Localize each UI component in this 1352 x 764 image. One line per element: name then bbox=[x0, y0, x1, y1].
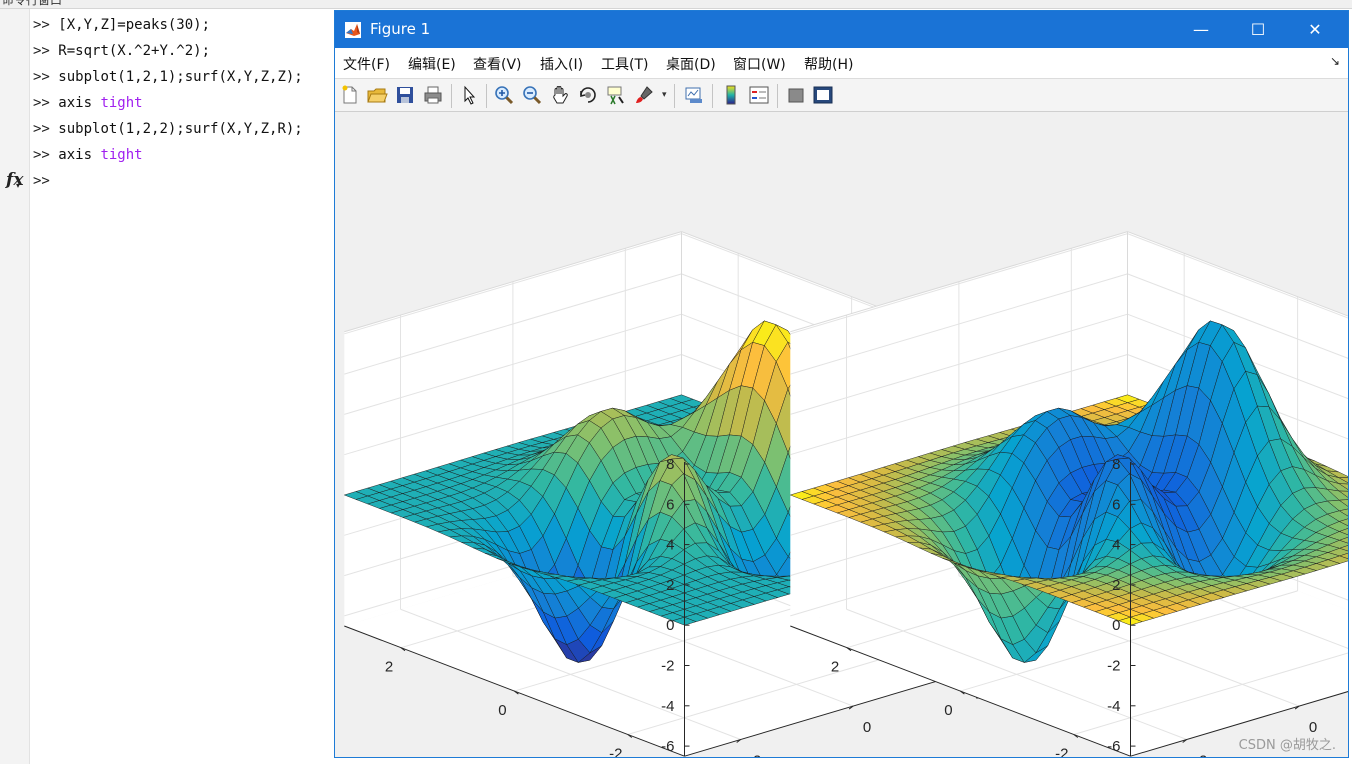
menu-tools[interactable]: 工具(T) bbox=[601, 54, 648, 74]
matlab-logo-icon bbox=[345, 22, 361, 38]
rotate-3d-icon[interactable] bbox=[577, 84, 599, 106]
command-line: >> R=sqrt(X.^2+Y.^2); bbox=[33, 43, 211, 59]
x-tick-label: -2 bbox=[1055, 745, 1068, 757]
menu-desktop[interactable]: 桌面(D) bbox=[666, 54, 716, 74]
z-tick-label: 4 bbox=[666, 537, 674, 554]
command-keyword: tight bbox=[100, 95, 143, 111]
z-tick-label: 6 bbox=[1112, 496, 1120, 513]
toolbar-separator bbox=[451, 84, 452, 108]
command-line: >> [X,Y,Z]=peaks(30); bbox=[33, 17, 211, 33]
legend-icon[interactable] bbox=[748, 84, 770, 106]
z-tick-label: 4 bbox=[1112, 537, 1120, 554]
link-plot-icon[interactable] bbox=[683, 84, 705, 106]
x-tick-label: 2 bbox=[385, 659, 393, 676]
show-plot-tools-icon[interactable] bbox=[812, 84, 834, 106]
z-tick-label: -4 bbox=[1107, 698, 1120, 715]
z-tick-label: 8 bbox=[1112, 456, 1120, 473]
z-tick-label: -4 bbox=[661, 698, 674, 715]
menu-view[interactable]: 查看(V) bbox=[473, 54, 522, 74]
colorbar-icon[interactable] bbox=[720, 84, 742, 106]
command-line: >> subplot(1,2,1);surf(X,Y,Z,Z); bbox=[33, 69, 303, 85]
command-text: subplot(1,2,1);surf(X,Y,Z,Z); bbox=[58, 69, 303, 85]
y-tick-label: 0 bbox=[863, 719, 871, 736]
zoom-out-icon[interactable] bbox=[521, 84, 543, 106]
y-tick-label: -2 bbox=[1194, 752, 1207, 757]
x-tick-label: 2 bbox=[831, 659, 839, 676]
brush-icon[interactable] bbox=[633, 84, 655, 106]
menu-file[interactable]: 文件(F) bbox=[343, 54, 390, 74]
y-tick-label: -2 bbox=[748, 752, 761, 757]
toolbar-separator bbox=[486, 84, 487, 108]
command-text: axis bbox=[58, 95, 93, 111]
brush-dropdown-icon[interactable]: ▾ bbox=[662, 89, 667, 100]
command-text: [X,Y,Z]=peaks(30); bbox=[58, 17, 211, 33]
command-keyword: tight bbox=[100, 147, 143, 163]
figure-title: Figure 1 bbox=[370, 20, 431, 38]
figure-titlebar[interactable]: Figure 1 — ☐ ✕ bbox=[335, 11, 1348, 48]
z-tick-label: 8 bbox=[666, 456, 674, 473]
z-tick-label: 0 bbox=[666, 617, 674, 634]
command-line: >> axis tight bbox=[33, 147, 143, 163]
command-text: subplot(1,2,2);surf(X,Y,Z,R); bbox=[58, 121, 303, 137]
command-window-gutter bbox=[0, 9, 30, 764]
z-tick-label: 2 bbox=[1112, 577, 1120, 594]
menu-insert[interactable]: 插入(I) bbox=[540, 54, 583, 74]
command-text: R=sqrt(X.^2+Y.^2); bbox=[58, 43, 211, 59]
print-icon[interactable] bbox=[422, 84, 444, 106]
figure-canvas[interactable]: 86420-2-4-6-202-20286420-2-4-6-202-202 C… bbox=[335, 112, 1352, 764]
x-tick-label: 0 bbox=[498, 702, 506, 719]
function-browser-icon[interactable]: fx ▾ bbox=[6, 170, 23, 190]
menu-help[interactable]: 帮助(H) bbox=[804, 54, 853, 74]
figure-toolbar: ▾ bbox=[335, 79, 1348, 112]
maximize-button[interactable]: ☐ bbox=[1235, 11, 1281, 48]
z-tick-label: 0 bbox=[1112, 617, 1120, 634]
open-file-icon[interactable] bbox=[366, 84, 388, 106]
z-tick-label: 2 bbox=[666, 577, 674, 594]
close-button[interactable]: ✕ bbox=[1292, 11, 1338, 48]
command-text: axis bbox=[58, 147, 93, 163]
z-tick-label: -2 bbox=[1107, 658, 1120, 675]
z-tick-label: 6 bbox=[666, 496, 674, 513]
zoom-in-icon[interactable] bbox=[493, 84, 515, 106]
select-arrow-icon[interactable] bbox=[458, 84, 480, 106]
command-line: >> axis tight bbox=[33, 95, 143, 111]
pan-hand-icon[interactable] bbox=[549, 84, 571, 106]
command-window-header: 命令行窗口 bbox=[0, 0, 1352, 9]
watermark: CSDN @胡牧之. bbox=[1238, 738, 1336, 753]
toolbar-separator bbox=[674, 84, 675, 108]
hide-plot-tools-icon[interactable] bbox=[785, 84, 807, 106]
figure-window: Figure 1 — ☐ ✕ 文件(F) 编辑(E) 查看(V) 插入(I) 工… bbox=[334, 10, 1352, 764]
surface-plots[interactable]: 86420-2-4-6-202-20286420-2-4-6-202-202 bbox=[335, 112, 1352, 764]
toolbar-separator bbox=[712, 84, 713, 108]
data-cursor-icon[interactable] bbox=[605, 84, 627, 106]
new-figure-icon[interactable] bbox=[339, 84, 361, 106]
minimize-button[interactable]: — bbox=[1178, 11, 1224, 48]
dock-arrow-icon[interactable]: ↘ bbox=[1330, 54, 1340, 68]
z-tick-label: -6 bbox=[661, 738, 674, 755]
x-tick-label: 0 bbox=[944, 702, 952, 719]
command-prompt-input[interactable]: >> bbox=[33, 169, 50, 193]
z-tick-label: -6 bbox=[1107, 738, 1120, 755]
menu-window[interactable]: 窗口(W) bbox=[733, 54, 786, 74]
x-tick-label: -2 bbox=[609, 745, 622, 757]
figure-menubar: 文件(F) 编辑(E) 查看(V) 插入(I) 工具(T) 桌面(D) 窗口(W… bbox=[335, 48, 1348, 79]
save-icon[interactable] bbox=[394, 84, 416, 106]
z-tick-label: -2 bbox=[661, 658, 674, 675]
toolbar-separator bbox=[777, 84, 778, 108]
menu-edit[interactable]: 编辑(E) bbox=[408, 54, 456, 74]
command-line: >> subplot(1,2,2);surf(X,Y,Z,R); bbox=[33, 121, 303, 137]
